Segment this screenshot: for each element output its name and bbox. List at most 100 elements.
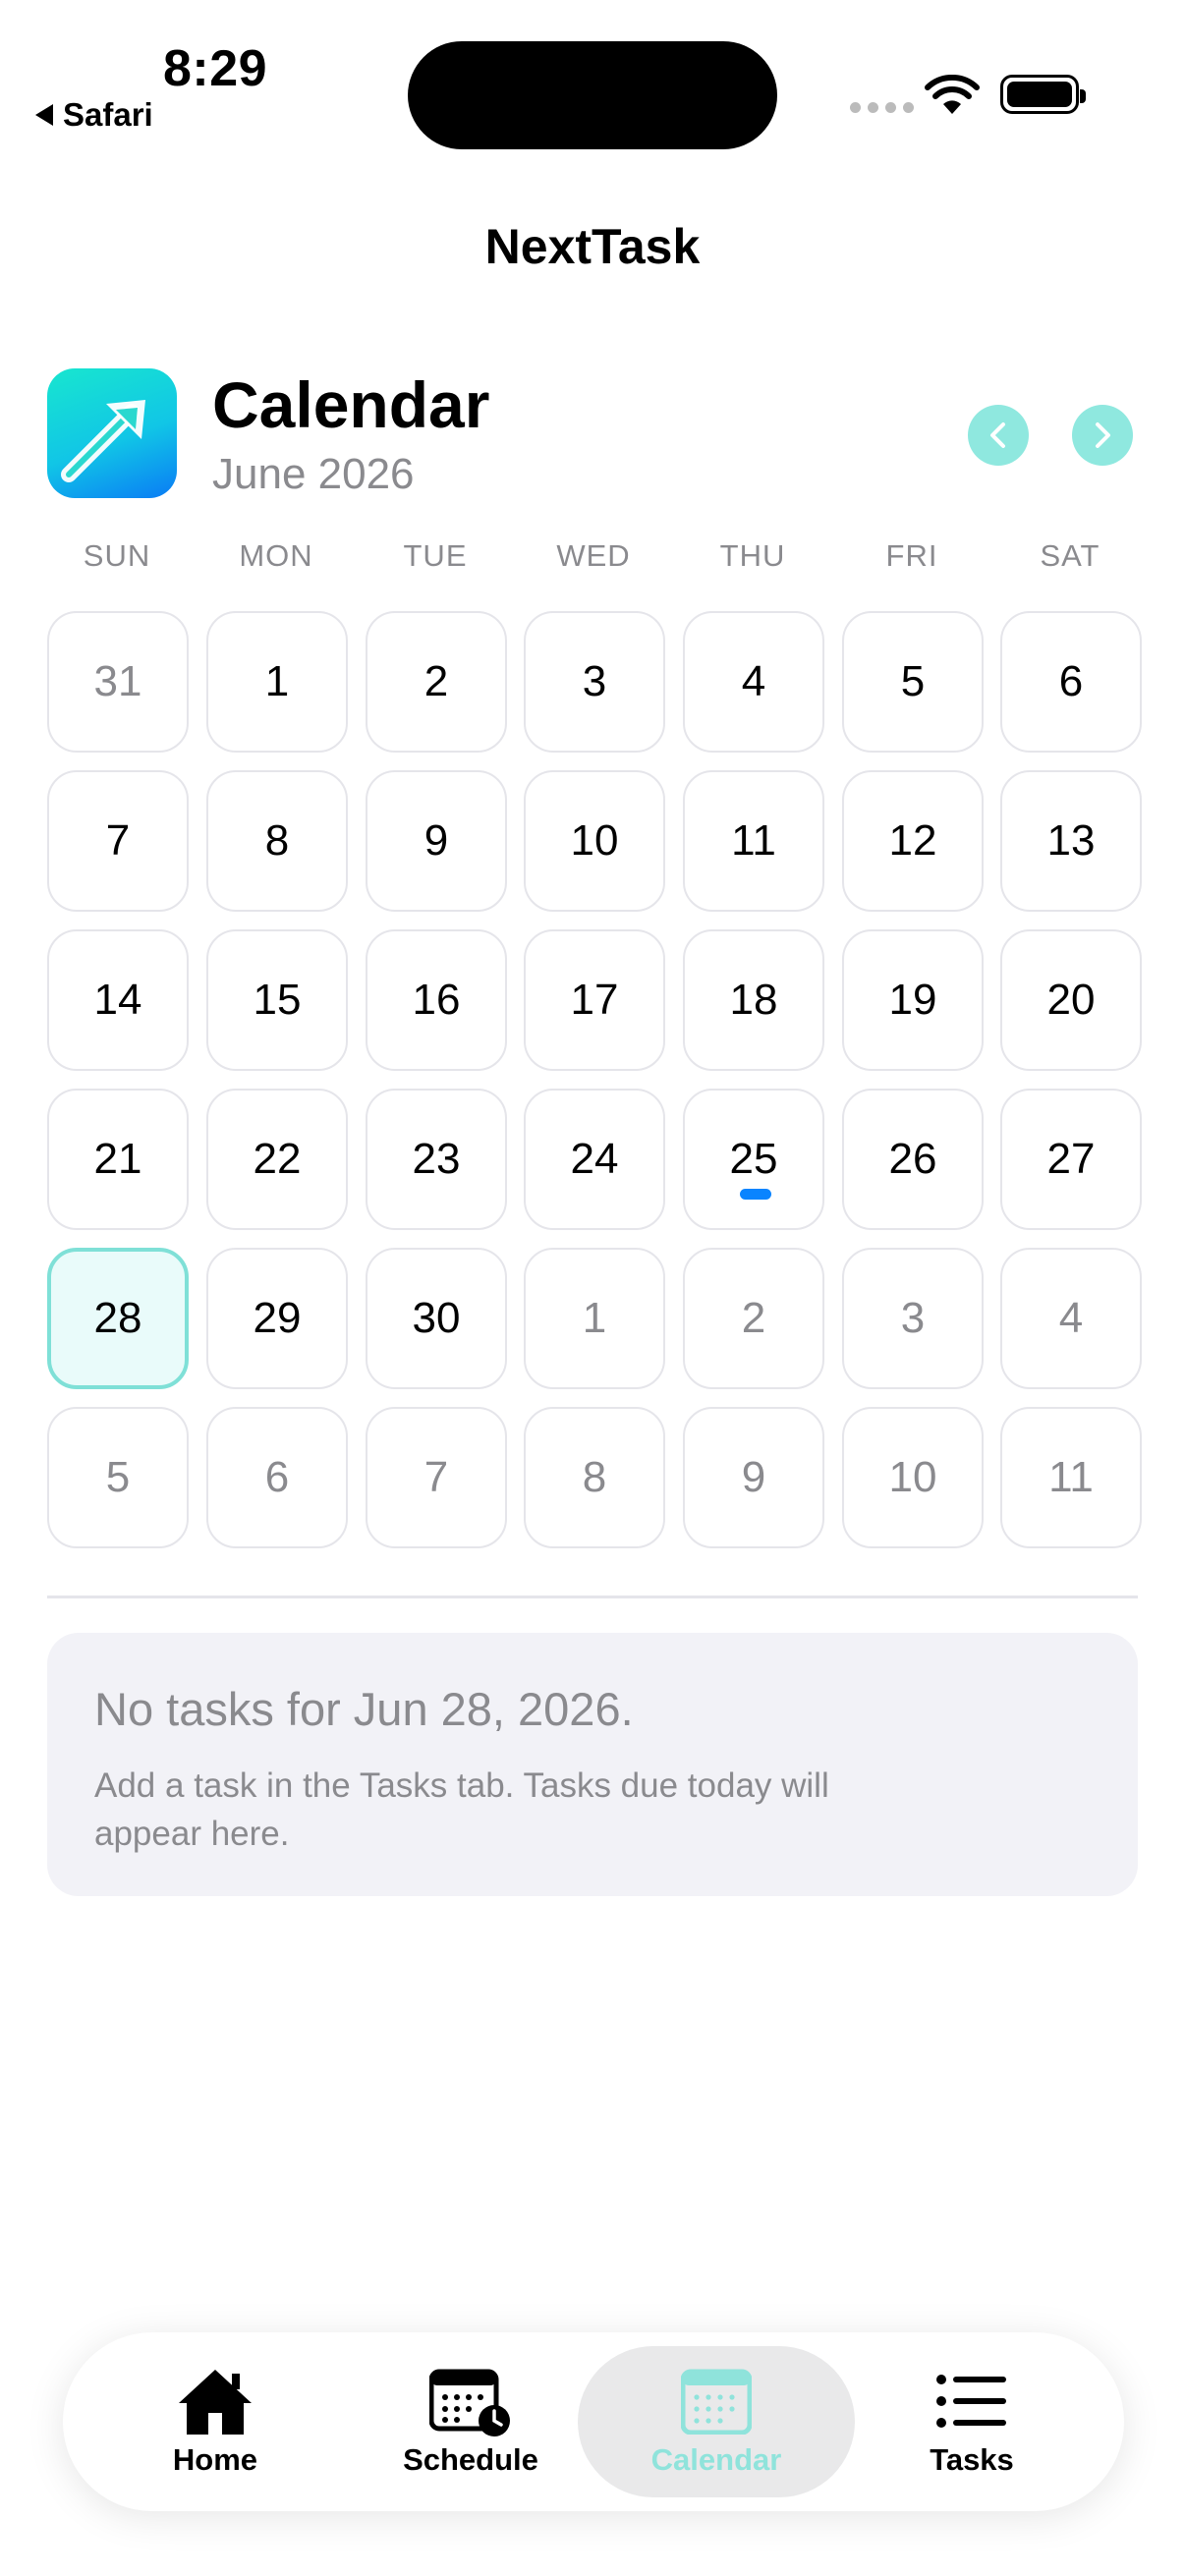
day-number: 10	[888, 1453, 937, 1501]
app-logo-icon	[47, 368, 177, 498]
day-number: 1	[264, 657, 290, 705]
weekday-label: SAT	[1040, 538, 1100, 573]
day-cell[interactable]: 1	[206, 611, 348, 753]
tab-schedule[interactable]: Schedule	[332, 2346, 609, 2497]
day-cell[interactable]: 14	[47, 929, 189, 1071]
calendar-grid: 31 1 2 3 4 5 6 7 8 9 10 11 12 13 14 15 16 17 18 19 20 21 22 23 2…	[47, 611, 1142, 1550]
weekday-label: MON	[239, 538, 313, 573]
day-cell[interactable]: 5	[47, 1407, 189, 1548]
back-to-app-button[interactable]: Safari	[35, 96, 153, 134]
day-cell[interactable]: 4	[1000, 1248, 1142, 1389]
day-number: 7	[105, 816, 131, 865]
tab-label: Home	[172, 2442, 258, 2477]
tab-bar: Home Schedule Calendar Tasks	[63, 2332, 1124, 2511]
day-cell[interactable]: 11	[683, 770, 824, 912]
day-number: 3	[582, 657, 607, 705]
day-number: 9	[423, 816, 449, 865]
weekday-label: FRI	[885, 538, 938, 573]
previous-month-button[interactable]	[968, 405, 1029, 466]
empty-title: No tasks for Jun 28, 2026.	[94, 1683, 634, 1735]
day-cell[interactable]: 7	[47, 770, 189, 912]
weekday-label: SUN	[83, 538, 151, 573]
day-cell[interactable]: 10	[842, 1407, 984, 1548]
day-cell[interactable]: 29	[206, 1248, 348, 1389]
back-app-label: Safari	[63, 96, 153, 133]
day-number: 8	[264, 816, 290, 865]
tab-calendar[interactable]: Calendar	[578, 2346, 855, 2497]
day-cell[interactable]: 17	[524, 929, 665, 1071]
calendar-icon	[681, 2369, 752, 2435]
tab-label: Calendar	[650, 2442, 782, 2477]
day-cell[interactable]: 9	[366, 770, 507, 912]
day-cell[interactable]: 15	[206, 929, 348, 1071]
day-cell[interactable]: 4	[683, 611, 824, 753]
weekday-label: TUE	[403, 538, 468, 573]
day-cell[interactable]: 18	[683, 929, 824, 1071]
day-cell[interactable]: 9	[683, 1407, 824, 1548]
next-month-button[interactable]	[1072, 405, 1133, 466]
day-cell[interactable]: 26	[842, 1089, 984, 1230]
day-cell[interactable]: 31	[47, 611, 189, 753]
day-cell[interactable]: 2	[683, 1248, 824, 1389]
day-cell[interactable]: 27	[1000, 1089, 1142, 1230]
empty-tasks-card: No tasks for Jun 28, 2026. Add a task in…	[47, 1633, 1138, 1896]
day-number: 28	[93, 1294, 142, 1342]
day-number: 10	[570, 816, 619, 865]
day-cell[interactable]: 3	[842, 1248, 984, 1389]
day-cell[interactable]: 11	[1000, 1407, 1142, 1548]
day-cell[interactable]: 8	[524, 1407, 665, 1548]
day-cell[interactable]: 8	[206, 770, 348, 912]
list-icon	[936, 2375, 1006, 2428]
day-cell[interactable]: 25	[683, 1089, 824, 1230]
app-title: NextTask	[484, 219, 701, 274]
day-number: 6	[264, 1453, 290, 1501]
day-number: 5	[900, 657, 926, 705]
tab-tasks[interactable]: Tasks	[833, 2346, 1110, 2497]
weekday-label: WED	[556, 538, 631, 573]
day-cell-selected[interactable]: 28	[47, 1248, 189, 1389]
day-cell[interactable]: 5	[842, 611, 984, 753]
day-cell[interactable]: 19	[842, 929, 984, 1071]
day-number: 11	[1048, 1453, 1094, 1501]
day-cell[interactable]: 30	[366, 1248, 507, 1389]
day-cell[interactable]: 23	[366, 1089, 507, 1230]
day-number: 7	[423, 1453, 449, 1501]
day-cell[interactable]: 22	[206, 1089, 348, 1230]
day-cell[interactable]: 20	[1000, 929, 1142, 1071]
day-number: 4	[1058, 1294, 1084, 1342]
weekday-header: SUN MON TUE WED THU FRI SAT	[47, 538, 1138, 578]
day-cell[interactable]: 1	[524, 1248, 665, 1389]
day-number: 2	[741, 1294, 766, 1342]
day-cell[interactable]: 6	[1000, 611, 1142, 753]
day-cell[interactable]: 10	[524, 770, 665, 912]
day-cell[interactable]: 6	[206, 1407, 348, 1548]
calendar-screen: 8:29 Safari NextTask Calendar June 2026 …	[0, 0, 1185, 2576]
day-number: 27	[1046, 1135, 1096, 1183]
day-cell[interactable]: 24	[524, 1089, 665, 1230]
divider	[47, 1596, 1138, 1598]
day-cell[interactable]: 16	[366, 929, 507, 1071]
day-cell[interactable]: 7	[366, 1407, 507, 1548]
day-number: 12	[888, 816, 937, 865]
tab-home[interactable]: Home	[77, 2346, 354, 2497]
tab-label: Tasks	[930, 2442, 1014, 2477]
tab-label: Schedule	[403, 2442, 538, 2477]
page-title: Calendar	[212, 368, 490, 441]
day-number: 21	[93, 1135, 142, 1183]
day-number: 13	[1046, 816, 1096, 865]
cellular-signal-icon	[850, 102, 914, 113]
day-cell[interactable]: 12	[842, 770, 984, 912]
day-number: 25	[729, 1135, 778, 1183]
day-cell[interactable]: 3	[524, 611, 665, 753]
day-cell[interactable]: 21	[47, 1089, 189, 1230]
day-cell[interactable]: 2	[366, 611, 507, 753]
day-number: 16	[412, 976, 461, 1024]
day-cell[interactable]: 13	[1000, 770, 1142, 912]
chevron-right-icon	[1096, 422, 1110, 448]
back-triangle-icon	[35, 104, 53, 126]
day-number: 19	[888, 976, 937, 1024]
empty-subtitle: Add a task in the Tasks tab. Tasks due t…	[94, 1766, 829, 1853]
day-number: 17	[570, 976, 619, 1024]
home-icon	[179, 2370, 252, 2435]
day-number: 6	[1058, 657, 1084, 705]
